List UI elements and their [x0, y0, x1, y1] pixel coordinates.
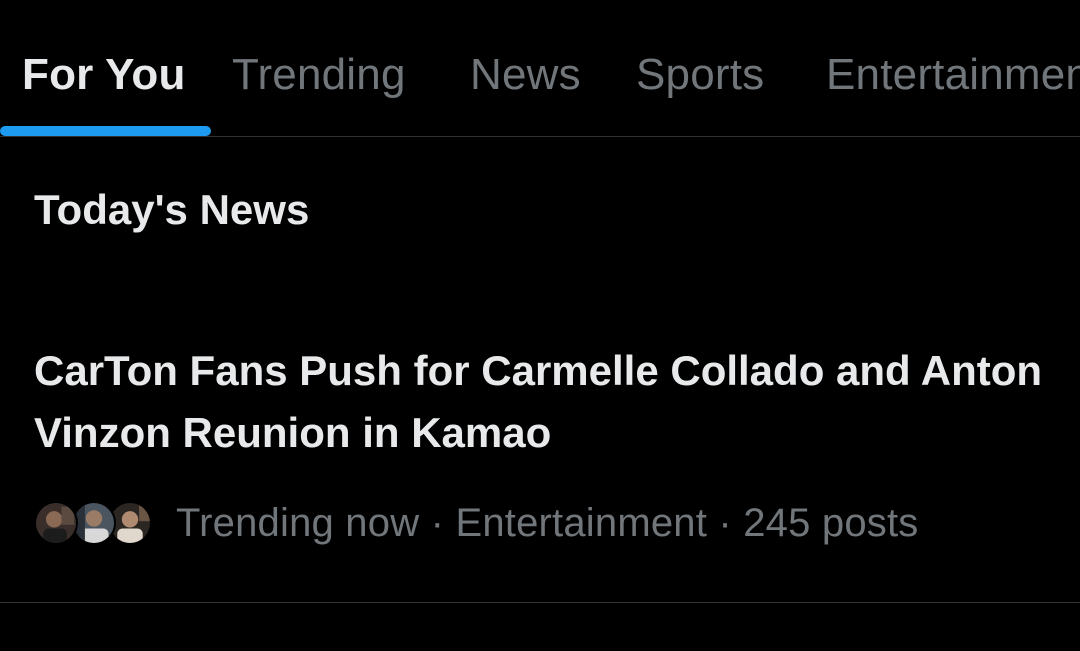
- news-headline: CarTon Fans Push for Carmelle Collado an…: [34, 347, 1043, 456]
- tab-for-you[interactable]: For You: [22, 50, 186, 100]
- active-tab-indicator: [0, 126, 211, 136]
- tab-sports[interactable]: Sports: [636, 50, 764, 100]
- tab-entertainment[interactable]: Entertainment: [826, 50, 1080, 100]
- section-title: Today's News: [34, 186, 310, 233]
- meta-separator: ·: [419, 500, 456, 545]
- post-count: 245 posts: [743, 500, 919, 545]
- meta-separator: ·: [707, 500, 744, 545]
- avatar: [72, 501, 116, 545]
- trend-category: Entertainment: [455, 500, 708, 545]
- trend-status: Trending now: [176, 500, 420, 545]
- news-meta-row: Trending now · Entertainment · 245 posts: [34, 498, 918, 548]
- tab-news[interactable]: News: [470, 50, 581, 100]
- news-trend-item[interactable]: CarTon Fans Push for Carmelle Collado an…: [0, 320, 1080, 603]
- tab-bar: For You Trending News Sports Entertainme…: [0, 0, 1080, 137]
- avatar: [34, 501, 78, 545]
- news-meta-text: Trending now · Entertainment · 245 posts: [176, 501, 918, 546]
- avatar-stack: [34, 499, 152, 547]
- tab-trending[interactable]: Trending: [232, 50, 406, 100]
